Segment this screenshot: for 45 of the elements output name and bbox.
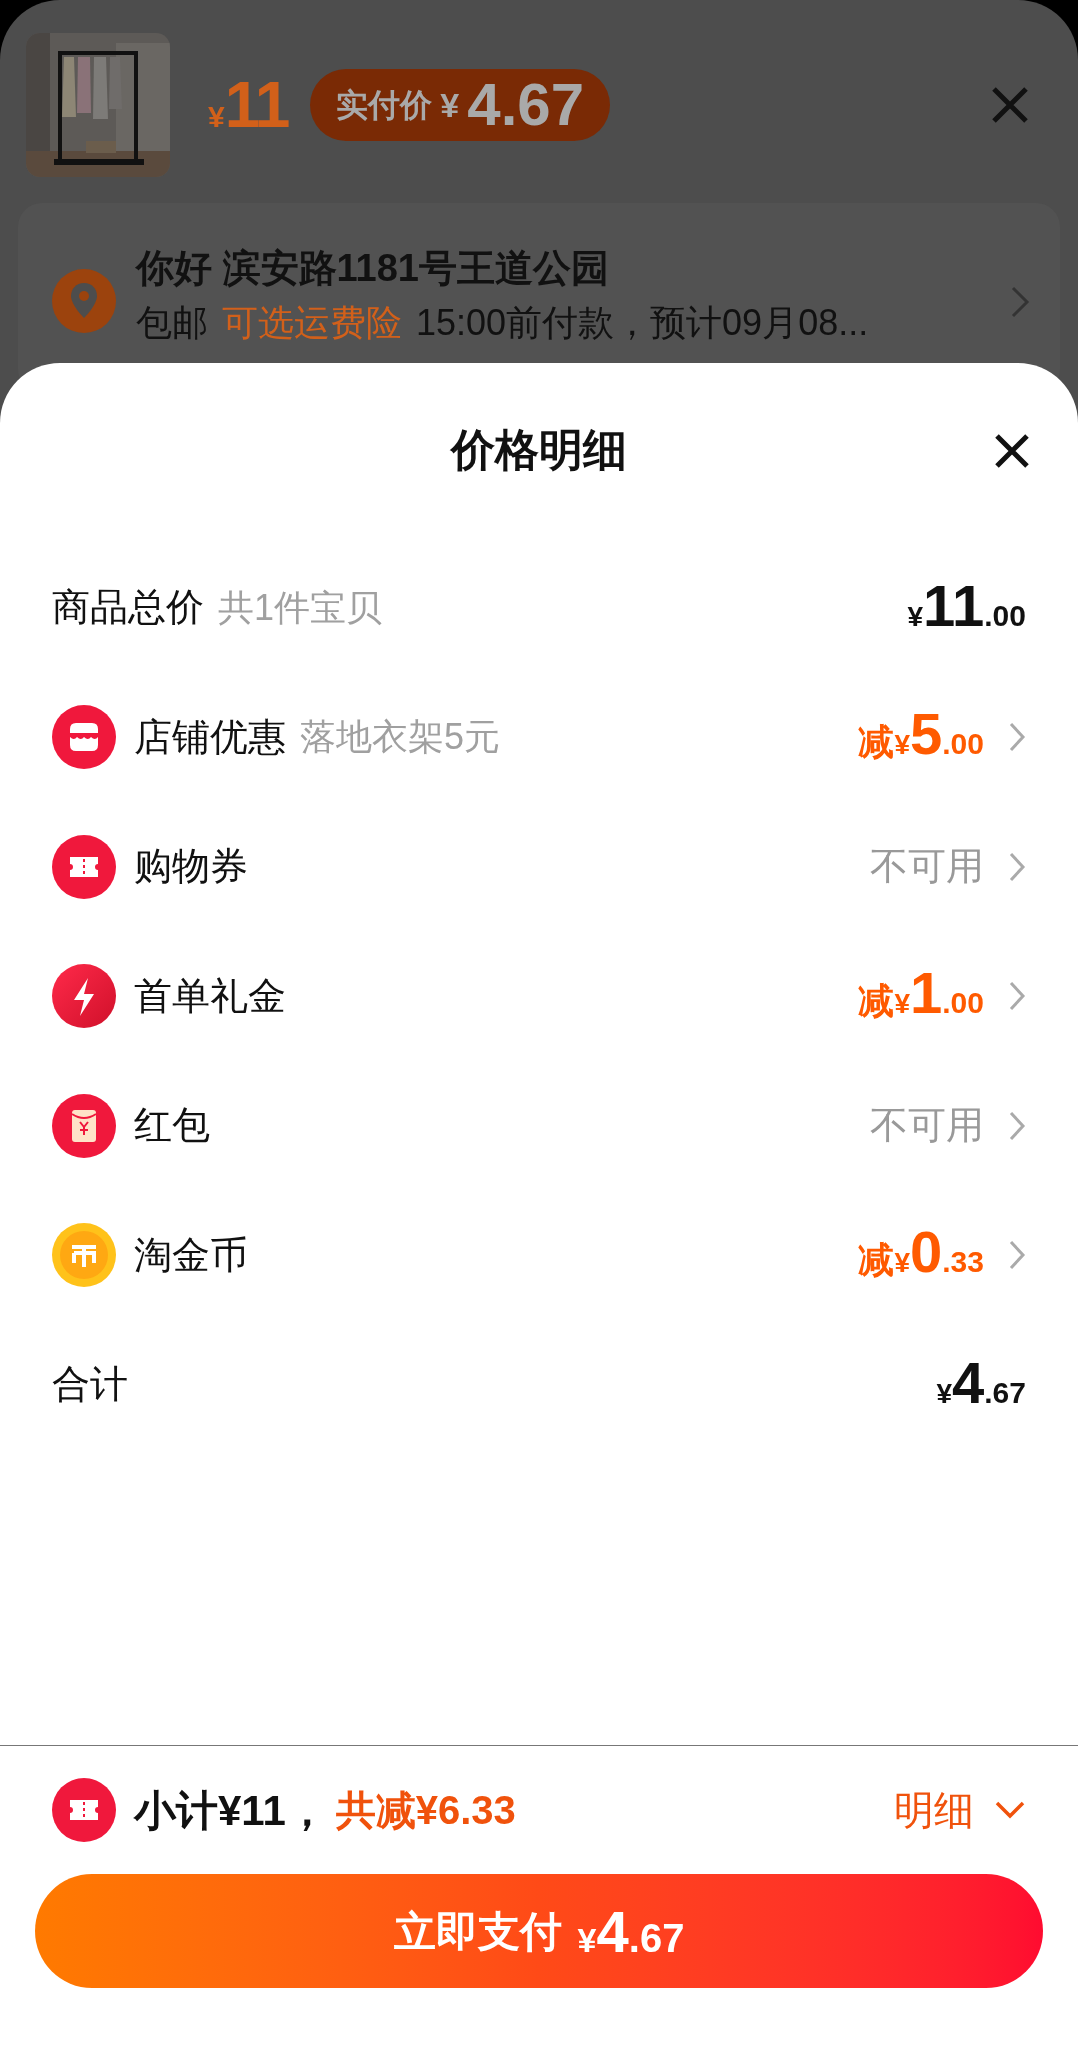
discount-row[interactable]: 店铺优惠 落地衣架5元 减¥5.00 [52,672,1026,802]
row-label: 合计 [52,1362,128,1408]
row-note: 落地衣架5元 [300,715,501,760]
storefront-icon [52,705,116,770]
discount-row[interactable]: 购物券 不可用 [52,802,1026,932]
amount-text: 减¥5.00 [858,705,984,769]
amount-text: ¥4.67 [936,1354,1026,1416]
chevron-right-icon [1010,285,1030,319]
chevron-right-icon [1008,721,1026,754]
subtotal-text: 小计¥11， [134,1785,328,1836]
row-label: 红包 [134,1103,210,1149]
total-discount-text: 共减¥6.33 [335,1787,516,1834]
coin-icon [52,1223,116,1288]
envelope-icon [52,1093,116,1158]
chevron-right-icon [1008,1239,1026,1272]
chevron-right-icon [1008,980,1026,1013]
row-label: 商品总价 [52,585,204,631]
chevron-right-icon [1008,1109,1026,1142]
delivery-text: 15:00前付款，预计09月08... [416,301,869,345]
amount-text: 减¥0.33 [858,1223,984,1287]
address-title: 你好 滨安路1181号王道公园 [136,246,610,291]
discount-row[interactable]: 红包 不可用 [52,1061,1026,1191]
chevron-right-icon [1008,850,1026,883]
row-label: 首单礼金 [134,973,286,1019]
amount-text: ¥11.00 [907,577,1026,639]
row-label: 淘金币 [134,1232,248,1278]
amount-text: 减¥1.00 [858,964,984,1028]
status-text: 不可用 [870,844,984,890]
row-note: 共1件宝贝 [218,585,383,630]
discount-row[interactable]: 首单礼金 减¥1.00 [52,931,1026,1061]
paid-price-badge: 实付价 ¥4.67 [310,69,611,141]
shipping-text: 包邮 [136,301,208,345]
details-toggle[interactable]: 明细 [894,1780,1026,1840]
location-pin-icon [52,269,116,333]
status-text: 不可用 [870,1103,984,1149]
row-label: 购物券 [134,844,248,890]
close-icon[interactable] [994,433,1030,469]
chevron-down-icon [994,1800,1026,1820]
row-label: 店铺优惠 [134,714,286,760]
coupon-icon [52,1778,116,1842]
lightning-icon [52,964,116,1029]
ticket-icon [52,834,116,899]
discount-row[interactable]: 淘金币 减¥0.33 [52,1190,1026,1320]
product-price: ¥11 [208,68,289,143]
sheet-title: 价格明细 [451,424,627,476]
